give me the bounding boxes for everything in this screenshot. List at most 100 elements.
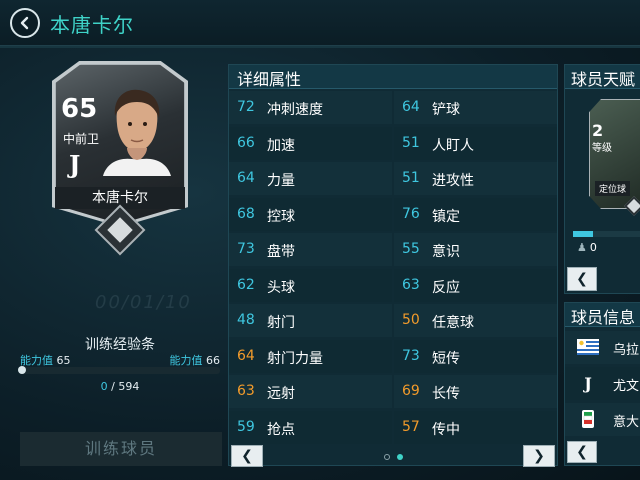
page-title: 本唐卡尔	[50, 13, 134, 37]
stat-cell: 63 反应	[394, 268, 557, 302]
stat-cell: 73 盘带	[229, 233, 392, 266]
stat-cell: 72 冲刺速度	[229, 91, 392, 124]
stat-value: 63	[402, 276, 420, 293]
stat-cell: 76 镇定	[394, 197, 557, 231]
stat-label: 头球	[267, 279, 295, 296]
stat-cell: 62 头球	[229, 268, 392, 302]
player-rating: 65	[61, 94, 98, 124]
stat-value: 57	[402, 418, 420, 435]
player-card[interactable]: 65 中前卫 J 本唐卡尔	[52, 61, 188, 256]
info-row-league[interactable]: 意大	[565, 403, 640, 436]
info-row-club[interactable]: J 尤文	[565, 367, 640, 400]
talent-level: 2	[592, 121, 604, 140]
person-icon: ♟	[577, 241, 587, 254]
header-divider	[0, 46, 640, 48]
stat-label: 人盯人	[432, 137, 474, 154]
stat-label: 传中	[432, 421, 460, 438]
stat-cell: 51 进攻性	[394, 162, 557, 195]
stat-value: 59	[237, 418, 255, 435]
stat-value: 62	[237, 276, 255, 293]
stat-cell: 68 控球	[229, 197, 392, 231]
talent-count-value: 0	[589, 241, 597, 254]
top-bar: 本唐卡尔	[0, 0, 640, 46]
chevron-left-icon	[20, 16, 29, 30]
stat-value: 73	[237, 241, 255, 257]
stat-value: 64	[402, 99, 420, 115]
stat-value: 64	[237, 347, 255, 364]
stat-value: 50	[402, 312, 420, 328]
stat-row: 59 抢点 57 传中	[229, 410, 557, 446]
next-level-label: 能力值	[169, 354, 203, 367]
prev-page-button[interactable]: ❮	[231, 445, 263, 467]
panel-title: 球员天赋	[571, 70, 636, 89]
stat-cell: 69 长传	[394, 375, 557, 408]
stat-cell: 73 短传	[394, 339, 557, 373]
stat-label: 加速	[267, 137, 295, 154]
info-club-text: 尤文	[613, 379, 640, 394]
info-prev-button[interactable]: ❮	[567, 441, 597, 463]
next-level-value: 66	[206, 354, 220, 367]
stat-cell: 64 铲球	[394, 91, 557, 124]
talent-level-label: 等级	[592, 143, 612, 154]
stat-row: 73 盘带 55 意识	[229, 232, 557, 268]
stat-value: 73	[402, 347, 420, 364]
stat-label: 抢点	[267, 421, 295, 438]
stat-value: 64	[237, 170, 255, 186]
next-level: 能力值 66	[120, 352, 221, 368]
stat-cell: 51 人盯人	[394, 126, 557, 160]
current-level-label: 能力值	[20, 354, 53, 367]
stat-label: 盘带	[267, 244, 295, 260]
stat-value: 51	[402, 170, 420, 186]
stat-row: 64 射门力量 73 短传	[229, 339, 557, 375]
train-player-button[interactable]: 训练球员	[20, 432, 222, 466]
stat-value: 68	[237, 205, 255, 222]
stat-grid: 72 冲刺速度 64 铲球 66 加速 51 人盯人 64 力量 51 进攻性 68 控球 76 镇定 73 盘带…	[229, 90, 557, 445]
talent-prev-button[interactable]: ❮	[567, 267, 597, 291]
xp-counter: 0 / 594	[20, 380, 220, 393]
stat-row: 68 控球 76 镇定	[229, 197, 557, 233]
talent-progress-bar	[573, 231, 640, 237]
chevron-left-icon: ❮	[576, 271, 588, 287]
talent-name: 定位球	[595, 181, 631, 196]
faded-background-text: 00/01/10	[95, 292, 192, 313]
stat-cell: 57 传中	[394, 410, 557, 444]
current-level: 能力值 65	[20, 352, 71, 368]
training-title: 训练经验条	[85, 337, 155, 353]
stat-row: 72 冲刺速度 64 铲球	[229, 90, 557, 126]
stat-value: 55	[402, 241, 420, 257]
game-screen: 本唐卡尔 65 中前卫 J 本唐卡尔 00/01/10 训练经验条 能力值 65…	[0, 0, 640, 480]
stat-label: 任意球	[432, 315, 474, 331]
stat-cell: 50 任意球	[394, 304, 557, 337]
juventus-logo-icon: J	[69, 150, 81, 179]
stat-row: 62 头球 63 反应	[229, 268, 557, 304]
juventus-logo-icon: J	[584, 374, 592, 393]
chevron-left-icon: ❮	[576, 444, 588, 460]
stat-label: 控球	[267, 208, 295, 225]
player-position: 中前卫	[63, 132, 100, 146]
stat-cell: 63 远射	[229, 375, 392, 408]
stat-value: 69	[402, 383, 420, 399]
talent-progress-fill	[573, 231, 593, 237]
stat-label: 反应	[432, 279, 460, 296]
back-button[interactable]	[10, 8, 40, 38]
stat-value: 76	[402, 205, 420, 222]
stat-label: 短传	[432, 350, 460, 367]
page-dot[interactable]	[384, 454, 390, 460]
stat-cell: 64 射门力量	[229, 339, 392, 373]
stat-label: 意识	[432, 244, 460, 260]
stat-cell: 64 力量	[229, 162, 392, 195]
next-page-button[interactable]: ❯	[523, 445, 555, 467]
detail-attributes-panel: 详细属性 72 冲刺速度 64 铲球 66 加速 51 人盯人 64 力量 51 进攻性 68 控球 76 镇…	[228, 64, 558, 467]
panel-header: 球员天赋	[565, 65, 640, 89]
stat-value: 66	[237, 134, 255, 151]
stat-label: 射门力量	[267, 350, 323, 367]
stat-label: 射门	[267, 315, 295, 331]
xp-progress-bar	[18, 366, 220, 374]
pager: ❮ ❯	[229, 445, 557, 467]
info-league-text: 意大	[613, 415, 640, 430]
stat-value: 72	[237, 99, 255, 115]
stat-value: 48	[237, 312, 255, 328]
page-dot-active[interactable]	[397, 454, 403, 460]
player-portrait	[103, 89, 171, 176]
info-row-nation[interactable]: 乌拉	[565, 331, 640, 364]
